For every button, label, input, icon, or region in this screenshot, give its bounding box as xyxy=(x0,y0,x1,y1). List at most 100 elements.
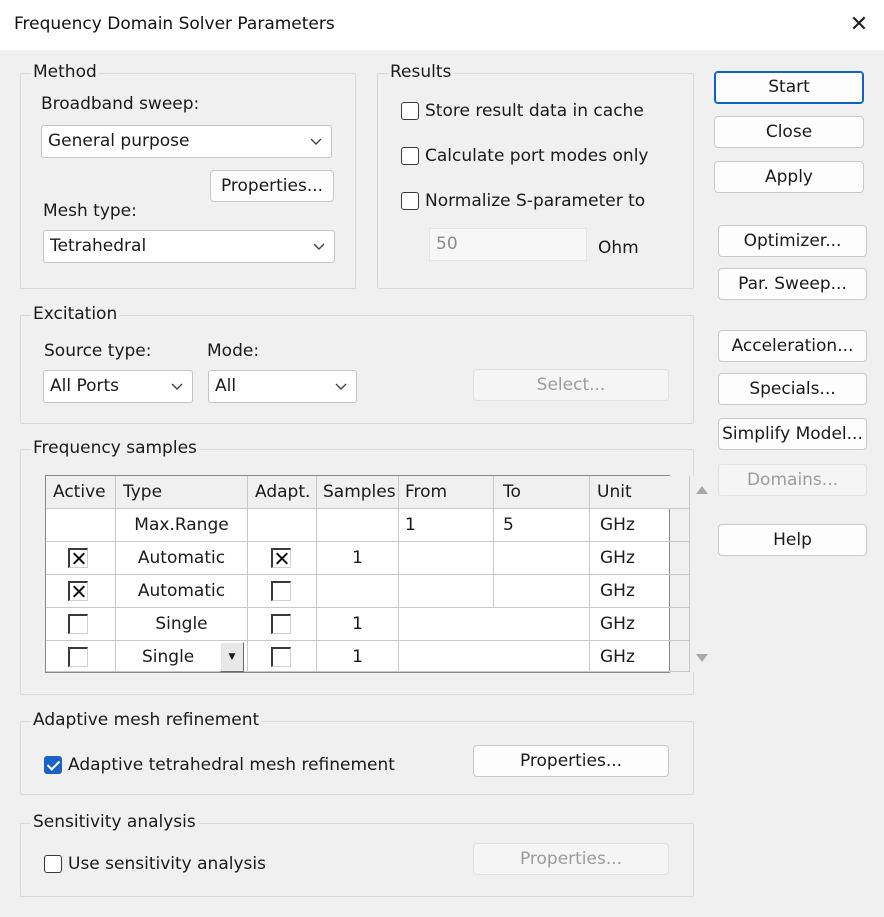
row-to-cell[interactable] xyxy=(494,542,590,575)
row-samples-cell[interactable] xyxy=(317,509,399,542)
row-adapt-cell xyxy=(248,575,317,608)
row-from-cell[interactable] xyxy=(399,542,494,575)
row-type-cell[interactable]: Automatic xyxy=(116,575,248,608)
chevron-down-icon xyxy=(335,383,347,390)
apply-button[interactable]: Apply xyxy=(714,161,864,193)
mode-label: Mode: xyxy=(207,341,260,361)
sensitivity-group-label: Sensitivity analysis xyxy=(31,812,198,832)
normalize-unit-label: Ohm xyxy=(598,238,639,258)
column-header-samples[interactable]: Samples xyxy=(317,476,399,509)
row-adapt-cell xyxy=(248,509,317,542)
row-adapt-cell xyxy=(248,641,317,672)
broadband-sweep-value: General purpose xyxy=(48,131,190,151)
normalize-checkbox[interactable] xyxy=(401,192,419,210)
row-samples-cell[interactable]: 1 xyxy=(317,542,399,575)
row-active-checkbox[interactable] xyxy=(68,647,88,667)
row-samples-cell[interactable]: 1 xyxy=(317,641,399,672)
adaptive-refinement-checkbox[interactable] xyxy=(44,756,62,774)
sensitivity-label: Use sensitivity analysis xyxy=(68,854,266,874)
row-adapt-cell xyxy=(248,608,317,641)
port-modes-label: Calculate port modes only xyxy=(425,146,649,166)
acceleration-button[interactable]: Acceleration... xyxy=(718,330,867,362)
help-button[interactable]: Help xyxy=(718,524,867,556)
store-cache-checkbox[interactable] xyxy=(401,102,419,120)
simplify-model-button[interactable]: Simplify Model... xyxy=(718,418,867,450)
mesh-type-label: Mesh type: xyxy=(43,201,137,221)
source-type-label: Source type: xyxy=(44,341,152,361)
row-type-cell[interactable]: Automatic xyxy=(116,542,248,575)
column-header-to[interactable]: To xyxy=(494,476,590,509)
row-adapt-cell xyxy=(248,542,317,575)
column-header-type[interactable]: Type xyxy=(116,476,248,509)
adaptive-refinement-label: Adaptive tetrahedral mesh refinement xyxy=(68,755,395,775)
close-window-icon[interactable]: ✕ xyxy=(843,9,875,41)
row-unit-cell[interactable]: GHz xyxy=(590,542,690,575)
row-active-checkbox[interactable] xyxy=(68,614,88,634)
select-ports-button[interactable]: Select... xyxy=(473,369,669,401)
sensitivity-properties-button[interactable]: Properties... xyxy=(473,843,669,875)
mesh-type-value: Tetrahedral xyxy=(50,236,147,256)
row-adapt-checkbox[interactable] xyxy=(271,647,291,667)
column-header-from[interactable]: From xyxy=(399,476,494,509)
start-button[interactable]: Start xyxy=(714,71,864,104)
excitation-group-label: Excitation xyxy=(31,304,120,324)
frequency-samples-group-label: Frequency samples xyxy=(31,438,199,458)
row-active-checkbox[interactable] xyxy=(68,548,88,568)
adaptive-properties-button[interactable]: Properties... xyxy=(473,745,669,777)
title-bar: Frequency Domain Solver Parameters ✕ xyxy=(0,0,884,50)
scroll-up-icon[interactable] xyxy=(696,486,708,494)
optimizer-button[interactable]: Optimizer... xyxy=(718,225,867,257)
window-title: Frequency Domain Solver Parameters xyxy=(14,14,335,34)
row-active-cell xyxy=(46,575,116,608)
row-adapt-checkbox[interactable] xyxy=(271,614,291,634)
row-adapt-checkbox[interactable] xyxy=(271,548,291,568)
broadband-sweep-select[interactable]: General purpose xyxy=(41,125,332,158)
row-type-cell[interactable]: Max.Range xyxy=(116,509,248,542)
row-active-cell xyxy=(46,641,116,672)
normalize-label: Normalize S-parameter to xyxy=(425,191,646,211)
method-properties-button[interactable]: Properties... xyxy=(210,170,334,202)
results-group-label: Results xyxy=(388,62,454,82)
row-active-cell xyxy=(46,608,116,641)
row-samples-cell[interactable] xyxy=(317,575,399,608)
par-sweep-button[interactable]: Par. Sweep... xyxy=(718,268,867,300)
row-from-cell[interactable] xyxy=(399,575,494,608)
row-active-checkbox[interactable] xyxy=(68,581,88,601)
row-type-cell[interactable]: Single xyxy=(116,608,248,641)
dialog-body: Method Broadband sweep: General purpose … xyxy=(0,50,884,917)
row-unit-cell[interactable]: GHz xyxy=(590,641,690,672)
specials-button[interactable]: Specials... xyxy=(718,373,867,405)
column-header-unit[interactable]: Unit xyxy=(590,476,690,509)
adaptive-mesh-group-label: Adaptive mesh refinement xyxy=(31,710,262,730)
row-type-value: Single xyxy=(142,647,195,667)
table-scrollbar[interactable] xyxy=(690,476,715,672)
row-from-cell[interactable]: 1 xyxy=(399,509,494,542)
row-to-cell[interactable]: 5 xyxy=(494,509,590,542)
port-modes-checkbox[interactable] xyxy=(401,147,419,165)
row-adapt-checkbox[interactable] xyxy=(271,581,291,601)
source-type-select[interactable]: All Ports xyxy=(43,370,193,403)
chevron-down-icon xyxy=(310,138,322,145)
scroll-down-icon[interactable] xyxy=(696,654,708,662)
domains-button[interactable]: Domains... xyxy=(718,464,867,496)
row-unit-cell[interactable]: GHz xyxy=(590,575,690,608)
row-unit-cell[interactable]: GHz xyxy=(590,608,690,641)
mode-select[interactable]: All xyxy=(208,370,357,403)
type-dropdown-button[interactable]: ▼ xyxy=(220,642,244,672)
column-header-adapt[interactable]: Adapt. xyxy=(248,476,317,509)
mesh-type-select[interactable]: Tetrahedral xyxy=(43,230,335,263)
row-type-cell[interactable]: Single ▼ xyxy=(116,641,248,672)
chevron-down-icon xyxy=(171,383,183,390)
sensitivity-checkbox[interactable] xyxy=(44,855,62,873)
mode-value: All xyxy=(215,376,237,396)
row-from-cell[interactable] xyxy=(399,641,590,672)
column-header-active[interactable]: Active xyxy=(46,476,116,509)
row-unit-cell[interactable]: GHz xyxy=(590,509,690,542)
store-cache-label: Store result data in cache xyxy=(425,101,644,121)
row-from-cell[interactable] xyxy=(399,608,590,641)
row-samples-cell[interactable]: 1 xyxy=(317,608,399,641)
close-button[interactable]: Close xyxy=(714,116,864,148)
row-to-cell[interactable] xyxy=(494,575,590,608)
normalize-impedance-input[interactable]: 50 xyxy=(429,228,587,261)
frequency-samples-table: Active Type Adapt. Samples From To Unit … xyxy=(45,475,715,673)
